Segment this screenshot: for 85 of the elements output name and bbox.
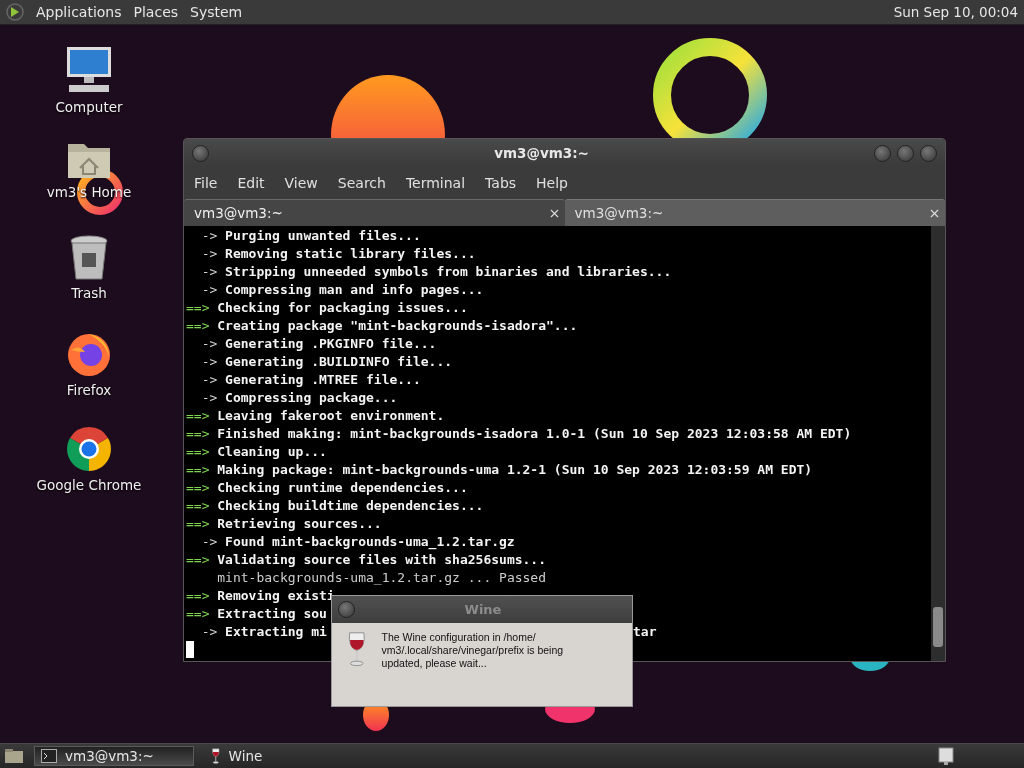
prompt-marker: -> <box>201 353 219 371</box>
window-menu-button[interactable] <box>192 144 209 162</box>
prompt-marker: ==> <box>186 461 211 479</box>
taskbar-button[interactable]: vm3@vm3:~ <box>34 746 194 766</box>
terminal-line: Generating .PKGINFO file... <box>225 335 437 353</box>
maximize-button[interactable] <box>897 144 914 162</box>
prompt-marker: -> <box>201 335 219 353</box>
prompt-marker: -> <box>201 371 219 389</box>
desktop-icon-label[interactable]: Google Chrome <box>36 477 142 493</box>
menu-item[interactable]: Terminal <box>405 175 476 191</box>
trash-icon <box>69 235 109 281</box>
terminal-line: Removing static library files... <box>225 245 476 263</box>
terminal-line: Checking buildtime dependencies... <box>217 497 484 515</box>
menu-item[interactable]: Tabs <box>485 175 527 191</box>
prompt-marker: -> <box>201 281 219 299</box>
dialog-title: Wine <box>463 602 503 617</box>
terminal-tab[interactable]: vm3@vm3:~ <box>184 199 565 226</box>
prompt-marker: -> <box>201 623 219 641</box>
terminal-line: tar <box>633 623 657 641</box>
prompt-marker: ==> <box>186 605 211 623</box>
terminal-line: Cleaning up... <box>217 443 327 461</box>
prompt-marker: ==> <box>186 587 211 605</box>
panel-menu[interactable]: Applications <box>36 4 122 20</box>
menu-item[interactable]: File <box>194 175 228 191</box>
prompt-marker: ==> <box>186 515 211 533</box>
prompt-marker: ==> <box>186 497 211 515</box>
terminal-line: Retrieving sources... <box>217 515 382 533</box>
scrollbar[interactable] <box>931 226 945 661</box>
terminal-line: Checking for packaging issues... <box>217 299 468 317</box>
terminal-line: Extracting sou <box>217 605 327 623</box>
prompt-marker: ==> <box>186 425 211 443</box>
menu-item[interactable]: Edit <box>237 175 275 191</box>
panel-menu[interactable]: Places <box>133 4 179 20</box>
terminal-tab[interactable]: vm3@vm3:~ <box>564 199 945 226</box>
prompt-marker: -> <box>201 245 219 263</box>
terminal-line: Creating package "mint-backgrounds-isadora"... <box>217 317 578 335</box>
terminal-line: Purging unwanted files... <box>225 227 421 245</box>
terminal-line: Checking runtime dependencies... <box>217 479 468 497</box>
menu-item[interactable]: Help <box>536 175 578 191</box>
minimize-button[interactable] <box>874 144 891 162</box>
terminal-line: Leaving fakeroot environment. <box>217 407 445 425</box>
close-button[interactable] <box>920 144 937 162</box>
computer-icon <box>64 45 114 95</box>
terminal-line: Stripping unneeded symbols from binaries and libraries... <box>225 263 672 281</box>
desktop-icon-label[interactable]: Trash <box>71 285 107 301</box>
dialog-message: vm3/.local/share/vinegar/prefix is being <box>381 644 564 657</box>
prompt-marker: -> <box>201 227 219 245</box>
wine-glass-icon <box>211 748 221 764</box>
prompt-marker: -> <box>201 263 219 281</box>
window-menu-button[interactable] <box>338 601 355 618</box>
terminal-line: Found mint-backgrounds-uma_1.2.tar.gz <box>225 533 515 551</box>
prompt-marker: ==> <box>186 317 211 335</box>
prompt-marker: ==> <box>186 551 211 569</box>
terminal-icon <box>41 749 57 763</box>
desktop-icon-label[interactable]: Computer <box>55 99 123 115</box>
show-desktop-icon[interactable] <box>4 748 24 764</box>
menu-item[interactable]: View <box>284 175 328 191</box>
wine-glass-icon <box>346 631 368 667</box>
terminal-line: Removing existi <box>217 587 335 605</box>
panel-menu[interactable]: System <box>190 4 243 20</box>
prompt-marker: ==> <box>186 443 211 461</box>
dialog-message: The Wine configuration in /home/ <box>381 631 537 644</box>
window-title: vm3@vm3:~ <box>493 145 590 161</box>
prompt-marker: ==> <box>186 299 211 317</box>
terminal-line: Generating .MTREE file... <box>225 371 421 389</box>
chrome-icon <box>65 425 113 473</box>
dialog-message: updated, please wait... <box>381 657 488 670</box>
terminal-line: mint-backgrounds-uma_1.2.tar.gz ... Passed <box>217 569 547 587</box>
trash-icon[interactable] <box>938 747 954 765</box>
prompt-marker: ==> <box>186 407 211 425</box>
terminal-line: Extracting mi <box>225 623 327 641</box>
terminal-line: Finished making: mint-backgrounds-isadora 1.0-1 (Sun 10 Sep 2023 12:03:58 AM EDT) <box>217 425 852 443</box>
menu-logo-icon <box>6 3 24 21</box>
taskbar-button[interactable]: Wine <box>204 746 364 766</box>
prompt-marker: -> <box>201 533 219 551</box>
prompt-marker: -> <box>201 389 219 407</box>
clock[interactable]: Sun Sep 10, 00:04 <box>893 4 1018 20</box>
terminal-line: Generating .BUILDINFO file... <box>225 353 453 371</box>
terminal-line: Validating source files with sha256sums... <box>217 551 547 569</box>
terminal-line: Compressing package... <box>225 389 398 407</box>
terminal-line: Compressing man and info pages... <box>225 281 484 299</box>
prompt-marker: ==> <box>186 479 211 497</box>
menu-item[interactable]: Search <box>337 175 396 191</box>
terminal-line: Making package: mint-backgrounds-uma 1.2-1 (Sun 10 Sep 2023 12:03:59 AM EDT) <box>217 461 813 479</box>
desktop-icon-label[interactable]: Firefox <box>66 382 112 398</box>
